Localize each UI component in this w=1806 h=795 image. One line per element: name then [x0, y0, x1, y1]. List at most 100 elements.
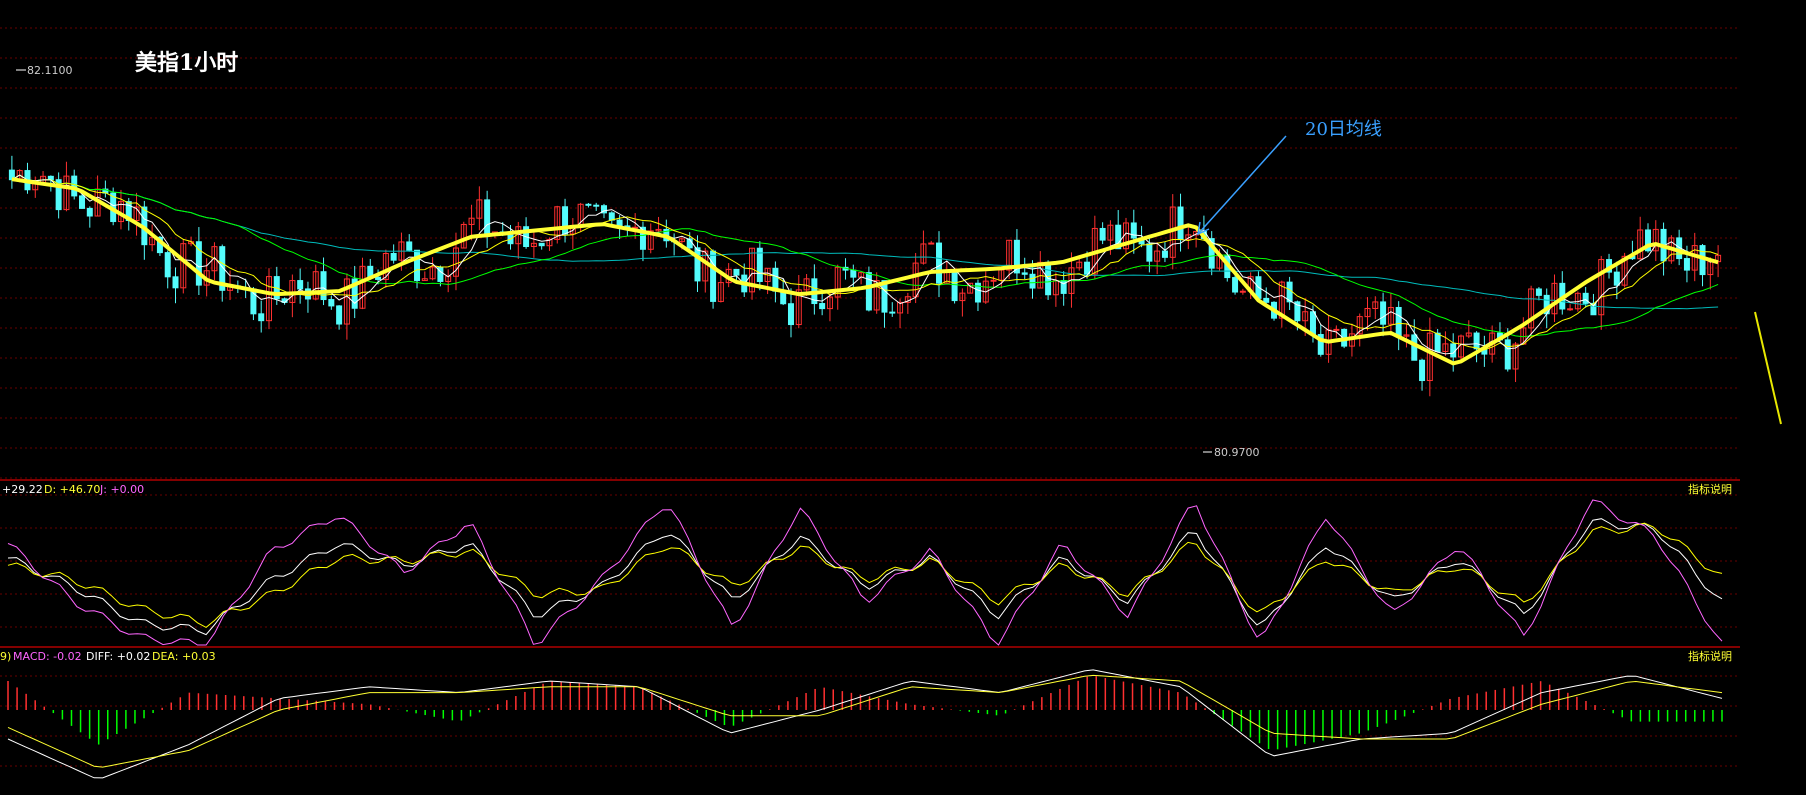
candle-116	[912, 252, 919, 304]
candle-181	[1419, 358, 1426, 391]
candle-140	[1099, 222, 1106, 245]
candle-117	[920, 230, 927, 265]
candle-144	[1130, 209, 1137, 254]
candle-49	[390, 244, 397, 264]
macd-lines	[7, 669, 1723, 779]
candle-177	[1387, 292, 1394, 336]
candle-129	[1013, 229, 1020, 284]
kdj-help-link[interactable]: 指标说明	[1688, 482, 1732, 496]
candle-20	[164, 250, 171, 289]
candle-101	[795, 275, 802, 329]
candle-124	[974, 279, 981, 312]
annotation-label: 20日均线	[1305, 119, 1382, 140]
candle-58	[460, 221, 467, 249]
kdj-d-label: D: +46.70	[44, 483, 100, 496]
kdj-j-label: J: +0.00	[99, 483, 144, 496]
candle-32	[258, 300, 265, 333]
candle-148	[1161, 242, 1168, 263]
candle-65	[515, 221, 522, 259]
candle-195	[1528, 285, 1535, 338]
macd-histogram	[7, 676, 1723, 750]
chart-canvas: 美指1小时 20日均线 82.1100 80.9700 +29.22 D: +4…	[0, 27, 1782, 779]
candle-118	[928, 240, 935, 245]
candle-43	[343, 273, 350, 340]
candle-189	[1481, 335, 1488, 367]
candle-147	[1154, 242, 1161, 275]
candle-0	[8, 155, 15, 189]
candle-54	[429, 257, 436, 281]
candle-178	[1395, 301, 1402, 351]
candle-2	[24, 162, 31, 194]
candle-24	[195, 227, 202, 295]
candle-169	[1325, 315, 1332, 363]
macd-diff-line	[7, 669, 1723, 779]
macd-help-link[interactable]: 指标说明	[1688, 649, 1732, 663]
candle-106	[834, 264, 841, 310]
candle-112	[881, 280, 888, 328]
candle-53	[421, 271, 428, 282]
kdj-lines	[7, 499, 1723, 646]
candle-12	[102, 180, 109, 198]
candle-127	[998, 268, 1005, 289]
candle-90	[710, 249, 717, 309]
moving-average-lines	[11, 174, 1719, 366]
candle-14	[117, 189, 124, 230]
candle-84	[663, 219, 670, 248]
candle-175	[1372, 296, 1379, 320]
low-label: 80.9700	[1214, 446, 1260, 459]
candle-183	[1434, 328, 1441, 353]
candle-38	[304, 281, 311, 313]
candle-61	[484, 190, 491, 248]
kdj-j-line	[7, 499, 1723, 646]
candle-16	[133, 192, 140, 236]
candle-80	[632, 213, 639, 239]
candle-179	[1403, 323, 1410, 348]
ma5-line	[11, 174, 1719, 355]
kdj-k-line	[7, 518, 1723, 636]
candle-68	[538, 242, 545, 250]
candle-158	[1239, 288, 1246, 295]
macd-diff-label: DIFF: +0.02	[86, 650, 150, 663]
candle-26	[211, 242, 218, 281]
candle-187	[1465, 320, 1472, 339]
candle-111	[873, 272, 880, 314]
candle-103	[811, 264, 818, 315]
candle-186	[1458, 334, 1465, 361]
candle-164	[1286, 276, 1293, 310]
candle-72	[569, 218, 576, 250]
candle-42	[336, 305, 343, 330]
candle-33	[265, 268, 272, 330]
candle-188	[1473, 331, 1480, 363]
candle-154	[1208, 231, 1215, 276]
macd-prefix: 9)	[0, 650, 11, 663]
candle-180	[1411, 319, 1418, 361]
candle-182	[1426, 317, 1433, 397]
annotation-arrow	[1197, 135, 1287, 235]
candle-21	[172, 267, 179, 304]
candle-122	[959, 288, 966, 317]
candle-67	[530, 232, 537, 258]
candle-6	[55, 172, 62, 219]
chart-title: 美指1小时	[135, 50, 238, 76]
candle-134	[1052, 272, 1059, 307]
candle-200	[1567, 304, 1574, 311]
candle-115	[904, 292, 911, 314]
ma30-line	[11, 174, 1719, 338]
candle-211	[1652, 220, 1659, 262]
candle-37	[297, 268, 304, 304]
high-label: 82.1100	[27, 64, 73, 77]
candle-44	[351, 265, 358, 319]
candle-27	[219, 244, 226, 302]
candle-217	[1699, 244, 1706, 287]
candle-119	[936, 231, 943, 298]
candle-113	[889, 302, 896, 317]
candle-137	[1076, 258, 1083, 271]
candle-212	[1660, 222, 1667, 276]
candle-176	[1380, 292, 1387, 337]
candle-22	[180, 239, 187, 294]
candle-3	[32, 176, 39, 198]
candle-184	[1442, 331, 1449, 356]
kdj-k-label: +29.22	[2, 483, 43, 496]
candle-100	[787, 288, 794, 338]
candle-135	[1060, 271, 1067, 306]
